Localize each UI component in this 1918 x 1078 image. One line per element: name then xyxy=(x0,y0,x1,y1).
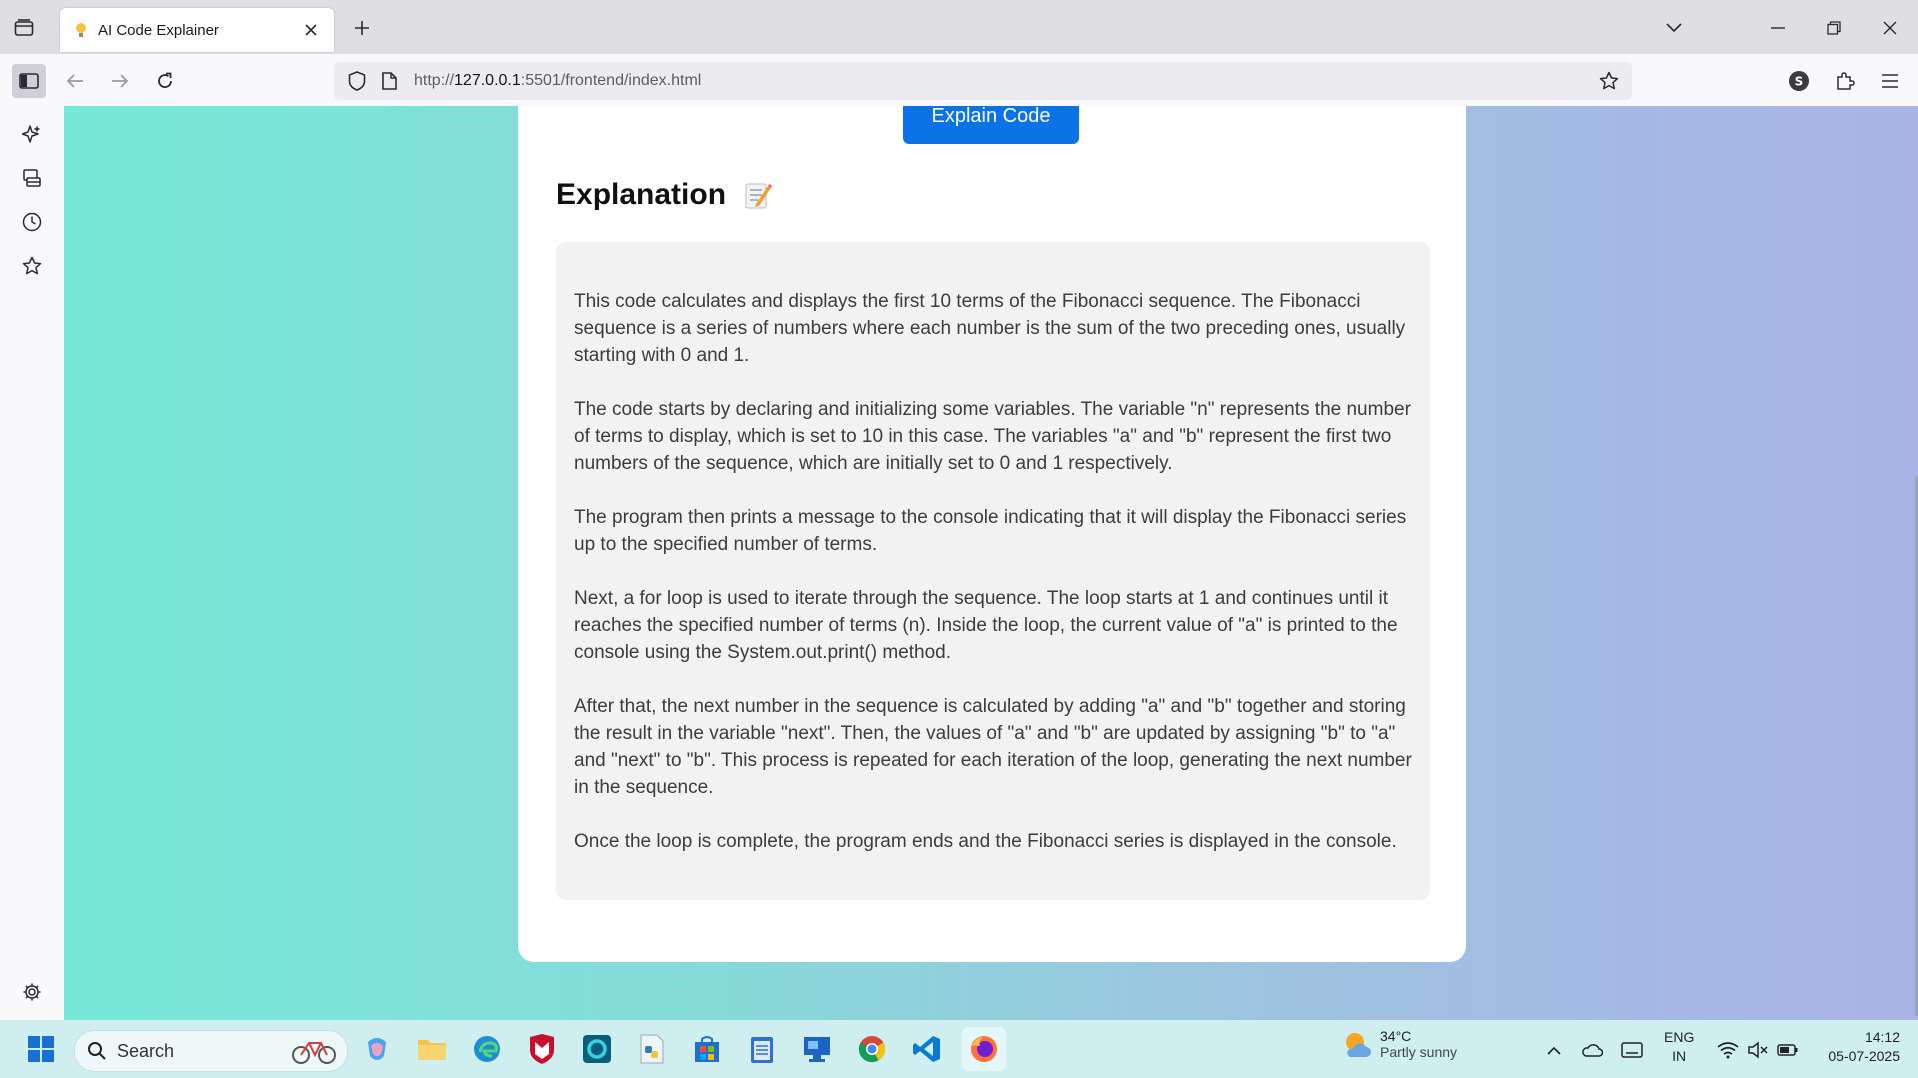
explanation-paragraph: Next, a for loop is used to iterate thro… xyxy=(574,588,1398,663)
clock-time: 14:12 xyxy=(1864,1029,1900,1045)
explanation-paragraph: Once the loop is complete, the program e… xyxy=(574,831,1397,852)
url-scheme: http:// xyxy=(414,72,455,89)
windows-start-icon[interactable] xyxy=(22,1030,60,1068)
back-arrow-icon[interactable] xyxy=(58,64,92,98)
lightbulb-icon xyxy=(72,21,90,39)
url-path: :5501/frontend/index.html xyxy=(520,72,702,89)
weather-temperature: 34°C xyxy=(1380,1028,1412,1044)
file-explorer-folder-icon[interactable] xyxy=(413,1030,451,1068)
explanation-paragraph: The program then prints a message to the… xyxy=(574,507,1407,555)
list-all-tabs-icon[interactable] xyxy=(1660,14,1688,42)
svg-text:S: S xyxy=(1795,75,1804,89)
close-window-icon[interactable] xyxy=(1876,14,1904,42)
chrome-icon[interactable] xyxy=(853,1030,891,1068)
bookmarks-star-icon[interactable] xyxy=(20,254,44,278)
tab-strip: AI Code Explainer xyxy=(0,0,1918,54)
explainer-card: Explain Code Explanation This code calcu… xyxy=(518,106,1466,962)
vscode-icon[interactable] xyxy=(908,1030,946,1068)
language-code: ENG xyxy=(1664,1029,1695,1045)
browser-sidebar xyxy=(0,106,65,1020)
page-info-icon[interactable] xyxy=(378,70,400,92)
app-menu-icon[interactable] xyxy=(1873,64,1907,98)
python-file-icon[interactable] xyxy=(633,1030,671,1068)
memo-icon xyxy=(744,180,773,210)
minimize-icon[interactable] xyxy=(1764,14,1792,42)
explanation-heading: Explanation xyxy=(556,178,727,211)
explanation-paragraph: The code starts by declaring and initial… xyxy=(574,399,1411,474)
new-tab-icon[interactable] xyxy=(350,16,374,40)
sidebar-toggle-icon[interactable] xyxy=(12,64,46,98)
edge-browser-icon[interactable] xyxy=(468,1030,506,1068)
tab-title: AI Code Explainer xyxy=(98,21,219,39)
app-ring-icon[interactable] xyxy=(578,1030,616,1068)
bookmark-star-icon[interactable] xyxy=(1596,68,1622,94)
explain-code-button[interactable]: Explain Code xyxy=(903,106,1079,144)
explanation-paragraph: This code calculates and displays the fi… xyxy=(574,291,1406,366)
notepad-icon[interactable] xyxy=(743,1030,781,1068)
taskbar-search-box[interactable]: Search xyxy=(74,1030,348,1072)
address-bar[interactable]: http://127.0.0.1:5501/frontend/index.htm… xyxy=(334,62,1632,100)
extensions-puzzle-icon[interactable] xyxy=(1828,64,1862,98)
microsoft-store-icon[interactable] xyxy=(688,1030,726,1068)
firefox-icon[interactable] xyxy=(962,1027,1006,1071)
clock-date: 05-07-2025 xyxy=(1828,1048,1900,1064)
reload-icon[interactable] xyxy=(148,64,182,98)
bicycle-icon xyxy=(291,1037,337,1065)
page-viewport: Explain Code Explanation This code calcu… xyxy=(64,106,1918,1020)
wifi-icon[interactable] xyxy=(1716,1038,1740,1062)
browser-tab-active[interactable]: AI Code Explainer xyxy=(60,8,334,52)
forward-arrow-icon[interactable] xyxy=(103,64,137,98)
search-icon xyxy=(87,1041,107,1061)
history-clock-icon[interactable] xyxy=(20,210,44,234)
touch-keyboard-icon[interactable] xyxy=(1620,1038,1644,1062)
input-language-indicator[interactable]: ENG IN xyxy=(1664,1028,1694,1066)
restore-icon[interactable] xyxy=(1820,14,1848,42)
url-host: 127.0.0.1 xyxy=(454,72,521,89)
show-hidden-icons-chevron-icon[interactable] xyxy=(1542,1038,1566,1062)
remote-desktop-icon[interactable] xyxy=(798,1030,836,1068)
partly-sunny-icon xyxy=(1342,1029,1372,1059)
navigation-toolbar: http://127.0.0.1:5501/frontend/index.htm… xyxy=(0,54,1918,107)
copilot-icon[interactable] xyxy=(358,1030,396,1068)
weather-description: Partly sunny xyxy=(1380,1044,1458,1060)
close-tab-icon[interactable] xyxy=(300,19,322,41)
mcafee-shield-icon[interactable] xyxy=(523,1030,561,1068)
taskbar-clock[interactable]: 14:12 05-07-2025 xyxy=(1816,1028,1900,1066)
synced-tabs-icon[interactable] xyxy=(20,166,44,190)
search-placeholder: Search xyxy=(117,1040,175,1061)
explanation-paragraph: After that, the next number in the seque… xyxy=(574,696,1412,798)
sidebar-settings-gear-icon[interactable] xyxy=(20,980,44,1004)
tracking-protection-shield-icon[interactable] xyxy=(346,70,368,92)
windows-taskbar: Search 34°C Partly sunny ENG IN 14:12 05… xyxy=(0,1020,1918,1078)
region-code: IN xyxy=(1672,1048,1687,1064)
account-avatar-icon[interactable]: S xyxy=(1782,64,1816,98)
explanation-heading-row: Explanation xyxy=(556,178,773,212)
url-text[interactable]: http://127.0.0.1:5501/frontend/index.htm… xyxy=(414,72,1596,90)
onedrive-cloud-icon[interactable] xyxy=(1580,1038,1604,1062)
ai-chatbot-sparkle-icon[interactable] xyxy=(20,122,44,146)
explanation-box: This code calculates and displays the fi… xyxy=(556,242,1430,900)
firefox-view-icon[interactable] xyxy=(12,16,36,40)
battery-icon[interactable] xyxy=(1776,1038,1800,1062)
speaker-muted-icon[interactable] xyxy=(1746,1038,1770,1062)
weather-widget[interactable]: 34°C Partly sunny xyxy=(1342,1028,1457,1060)
